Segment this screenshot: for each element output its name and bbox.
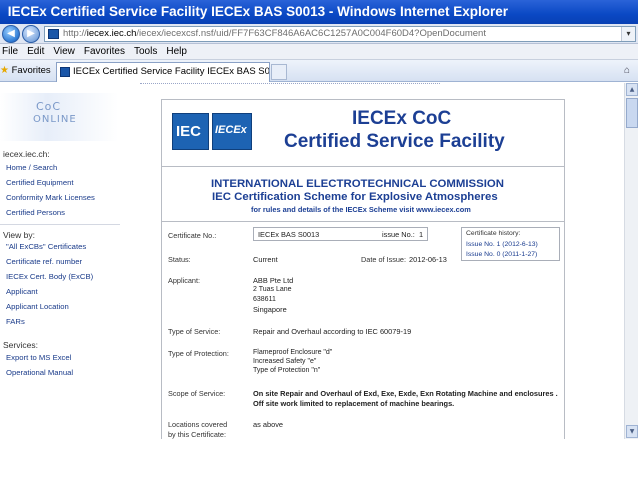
nav-certified-persons[interactable]: Certified Persons xyxy=(0,205,120,220)
menu-bar: File Edit View Favorites Tools Help xyxy=(0,44,638,60)
nav-all-excbs-certificates[interactable]: "All ExCBs" Certificates xyxy=(0,239,120,254)
history-label: Certificate history: xyxy=(466,230,521,237)
locations-label-line2: by this Certificate: xyxy=(168,430,226,439)
status-value: Current xyxy=(253,255,278,264)
dropdown-arrow-icon[interactable]: ▾ xyxy=(621,27,635,41)
tab-title: IECEx Certified Service Facility IECEx B… xyxy=(73,66,270,77)
tab-page-icon xyxy=(60,67,70,77)
certificate-no-value: IECEx BAS S0013 xyxy=(258,230,320,239)
status-area xyxy=(0,439,638,478)
url-domain: iecex.iec.ch xyxy=(86,28,137,39)
menu-tools[interactable]: Tools xyxy=(134,44,157,60)
star-icon: ★ xyxy=(0,65,9,76)
applicant-label: Applicant: xyxy=(168,276,201,285)
nav-conformity-mark-licenses[interactable]: Conformity Mark Licenses xyxy=(0,190,120,205)
protection-item-1: Flameproof Enclosure "d" xyxy=(253,349,333,356)
applicant-address1: 2 Tuas Lane xyxy=(253,286,292,293)
scope-label: Scope of Service: xyxy=(168,389,226,398)
scroll-down-button[interactable]: ▼ xyxy=(626,425,638,438)
home-icon[interactable]: ⌂ xyxy=(624,64,636,78)
applicant-name: ABB Pte Ltd xyxy=(253,276,294,285)
address-toolbar: ◀ ▶ http://iecex.iec.ch/iecex/iecexcsf.n… xyxy=(0,24,638,44)
page-title-line2: Certified Service Facility xyxy=(284,131,505,152)
page-icon xyxy=(48,29,59,39)
sidebar-divider xyxy=(0,224,120,225)
applicant-country: Singapore xyxy=(253,305,287,314)
type-of-protection-label: Type of Protection: xyxy=(168,349,229,358)
url-prefix: http:// xyxy=(63,28,87,39)
site-heading: iecex.iec.ch: xyxy=(3,149,50,159)
menu-help[interactable]: Help xyxy=(166,44,187,60)
browser-tab[interactable]: IECEx Certified Service Facility IECEx B… xyxy=(56,62,270,82)
iec-logo-text: IEC xyxy=(176,123,202,140)
iecex-logo: IECEx xyxy=(212,113,252,150)
new-tab-button[interactable] xyxy=(271,64,287,80)
favorites-label: Favorites xyxy=(11,65,51,76)
scope-line1: On site Repair and Overhaul of Exd, Exe,… xyxy=(253,389,558,398)
issue-no-label: issue No.: xyxy=(382,230,415,239)
forward-button[interactable]: ▶ xyxy=(22,25,40,43)
nav-certificate-ref-number[interactable]: Certificate ref. number xyxy=(0,254,120,269)
menu-view[interactable]: View xyxy=(53,44,75,60)
nav-home-search[interactable]: Home / Search xyxy=(0,160,120,175)
tab-bar: ★ Favorites IECEx Certified Service Faci… xyxy=(0,60,638,82)
back-button[interactable]: ◀ xyxy=(2,25,20,43)
scope-line2: Off site work limited to replacement of … xyxy=(253,399,455,408)
site-links: Home / Search Certified Equipment Confor… xyxy=(0,160,120,220)
menu-file[interactable]: File xyxy=(2,44,18,60)
menu-favorites[interactable]: Favorites xyxy=(84,44,125,60)
iec-logo: IEC xyxy=(172,113,209,150)
type-of-service-value: Repair and Overhaul according to IEC 600… xyxy=(253,327,412,336)
menu-edit[interactable]: Edit xyxy=(27,44,44,60)
divider-2 xyxy=(162,221,564,222)
certificate-panel: IEC IECEx IECEx CoC Certified Service Fa… xyxy=(161,99,565,439)
url-path: /iecex/iecexcsf.nsf/uid/FF7F63CF846A6AC6… xyxy=(136,28,486,39)
protection-item-2: Increased Safety "e" xyxy=(253,358,317,365)
scroll-thumb[interactable] xyxy=(626,98,638,128)
coc-online-logo: CoC ONLINE xyxy=(0,93,118,141)
nav-export-ms-excel[interactable]: Export to MS Excel xyxy=(0,350,120,365)
protection-item-3: Type of Protection "n" xyxy=(253,367,321,374)
nav-certified-equipment[interactable]: Certified Equipment xyxy=(0,175,120,190)
type-of-service-label: Type of Service: xyxy=(168,327,221,336)
iecex-logo-text: IECEx xyxy=(215,124,247,136)
page-title-line1: IECEx CoC xyxy=(352,108,452,129)
date-label: Date of Issue: xyxy=(361,255,407,264)
favorites-button[interactable]: ★ Favorites xyxy=(0,63,51,79)
window-title-bar: IECEx Certified Service Facility IECEx B… xyxy=(0,0,638,24)
divider-1 xyxy=(162,166,564,167)
history-issue-1-link[interactable]: Issue No. 1 (2012-6-13) xyxy=(466,241,538,248)
locations-value: as above xyxy=(253,420,283,429)
org-line3: for rules and details of the IECEx Schem… xyxy=(251,205,471,214)
nav-applicant[interactable]: Applicant xyxy=(0,284,120,299)
scroll-up-button[interactable]: ▲ xyxy=(626,83,638,96)
page-content: CoC ONLINE iecex.iec.ch: Home / Search C… xyxy=(0,83,624,439)
vertical-scrollbar[interactable]: ▲ ▼ xyxy=(624,83,638,439)
logo-line1: CoC xyxy=(36,100,62,113)
date-value: 2012-06-13 xyxy=(409,255,447,264)
org-line2: IEC Certification Scheme for Explosive A… xyxy=(212,191,498,203)
logo-line2: ONLINE xyxy=(33,114,77,125)
issue-no-value: 1 xyxy=(419,230,424,239)
nav-applicant-location[interactable]: Applicant Location xyxy=(0,299,120,314)
address-input[interactable]: http://iecex.iec.ch/iecex/iecexcsf.nsf/u… xyxy=(44,26,636,42)
nav-operational-manual[interactable]: Operational Manual xyxy=(0,365,120,380)
view-links: "All ExCBs" Certificates Certificate ref… xyxy=(0,239,120,329)
history-issue-0-link[interactable]: Issue No. 0 (2011-1-27) xyxy=(466,251,537,258)
applicant-address2: 638611 xyxy=(253,296,276,303)
org-line1: INTERNATIONAL ELECTROTECHNICAL COMMISSIO… xyxy=(211,178,504,190)
services-links: Export to MS Excel Operational Manual xyxy=(0,350,120,380)
nav-fars[interactable]: FARs xyxy=(0,314,120,329)
certificate-no-label: Certificate No.: xyxy=(168,231,217,240)
nav-iecex-cert-body[interactable]: IECEx Cert. Body (ExCB) xyxy=(0,269,120,284)
window-title: IECEx Certified Service Facility IECEx B… xyxy=(7,4,509,19)
locations-label-line1: Locations covered xyxy=(168,420,228,429)
breadcrumb-remnant xyxy=(140,83,440,86)
status-label: Status: xyxy=(168,255,191,264)
sidebar: CoC ONLINE iecex.iec.ch: Home / Search C… xyxy=(0,83,120,439)
services-heading: Services: xyxy=(3,340,38,350)
